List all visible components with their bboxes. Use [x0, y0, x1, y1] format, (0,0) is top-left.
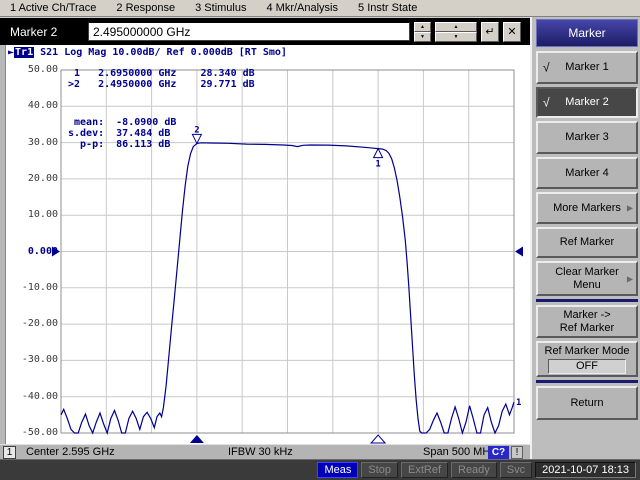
softkey-label: Marker 2: [565, 96, 608, 109]
entry-field-label: Marker 2: [0, 25, 88, 39]
softkey-marker-3[interactable]: Marker 3: [536, 121, 638, 154]
menu-separator: [536, 380, 638, 383]
softkey-label: Marker -> Ref Marker: [560, 309, 614, 335]
y-axis-tick-label: -30.00: [6, 354, 58, 365]
softkey-label: Marker 1: [565, 61, 608, 74]
coarse-spin-up-button[interactable]: ▲: [435, 22, 477, 32]
taskbar-meas-indicator: Meas: [317, 462, 358, 478]
softkey-marker-to-ref-marker[interactable]: Marker -> Ref Marker: [536, 305, 638, 338]
close-entry-button[interactable]: ✕: [503, 22, 521, 42]
active-marker-icon: [192, 134, 201, 143]
taskbar-extref-indicator: ExtRef: [401, 462, 448, 478]
softkey-label: Return: [570, 397, 603, 410]
taskbar-stop-indicator: Stop: [361, 462, 398, 478]
taskbar-svc-indicator: Svc: [500, 462, 532, 478]
marker-number-label: 2: [194, 125, 199, 135]
softkey-label: Marker 3: [565, 131, 608, 144]
softkey-value: OFF: [548, 359, 626, 374]
ref-level-arrow-right-icon: [515, 247, 523, 257]
menubar-item-1[interactable]: 1 Active Ch/Trace: [0, 0, 106, 16]
entry-bar: Marker 2 ▲ ▼ ▲ ▼ ↵ ✕: [0, 18, 530, 45]
y-axis-tick-label: -20.00: [6, 318, 58, 329]
y-axis-tick-label: -10.00: [6, 282, 58, 293]
softkey-label: Clear Marker Menu: [555, 266, 619, 292]
softkey-ref-marker[interactable]: Ref Marker: [536, 227, 638, 258]
menubar-item-2[interactable]: 2 Response: [106, 0, 185, 16]
coarse-spin-down-button[interactable]: ▼: [435, 32, 477, 42]
taskbar-ready-indicator: Ready: [451, 462, 497, 478]
taskbar-clock: 2021-10-07 18:13: [535, 462, 636, 478]
y-axis-tick-label: 30.00: [6, 137, 58, 148]
channel-number-badge: 1: [3, 446, 16, 459]
y-axis-tick-label: 40.00: [6, 100, 58, 111]
submenu-arrow-icon: ▶: [627, 202, 633, 215]
correction-badge: C?: [488, 446, 509, 459]
softkey-label: Marker 4: [565, 167, 608, 180]
measurement-display: ►Tr1 S21 Log Mag 10.00dB/ Ref 0.000dB [R…: [0, 45, 530, 444]
softkey-clear-marker-menu[interactable]: Clear Marker Menu ▶: [536, 261, 638, 296]
softkey-marker-1[interactable]: Marker 1 √: [536, 51, 638, 84]
spin-down-button[interactable]: ▼: [414, 32, 431, 42]
graticule-plot: 1 2 1: [0, 45, 530, 444]
spin-up-button[interactable]: ▲: [414, 22, 431, 32]
softkey-marker-4[interactable]: Marker 4: [536, 157, 638, 189]
channel-status-bar: 1 Center 2.595 GHz IFBW 30 kHz Span 500 …: [0, 444, 530, 459]
center-frequency-text: Center 2.595 GHz: [26, 446, 115, 458]
marker-readout-row: 1 2.6950000 GHz 28.340 dB: [62, 68, 255, 79]
softkey-return[interactable]: Return: [536, 386, 638, 420]
softkey-ref-marker-mode[interactable]: Ref Marker Mode OFF: [536, 341, 638, 377]
ifbw-text: IFBW 30 kHz: [228, 446, 293, 458]
fine-spinner: ▲ ▼: [414, 22, 431, 42]
statistics-row: mean: -8.0900 dB: [68, 117, 176, 128]
instrument-taskbar: MeasStopExtRefReadySvc2021-10-07 18:13: [0, 459, 640, 480]
y-axis-tick-label: 20.00: [6, 173, 58, 184]
checkmark-icon: √: [543, 61, 550, 74]
menu-separator: [536, 299, 638, 302]
warning-badge: !: [511, 446, 523, 459]
menubar-item-5[interactable]: 5 Instr State: [348, 0, 427, 16]
menubar-item-3[interactable]: 3 Stimulus: [185, 0, 256, 16]
span-text: Span 500 MHz: [423, 446, 496, 458]
marker-value-input[interactable]: [88, 22, 410, 41]
active-marker-stimulus-icon: [190, 435, 204, 443]
submenu-arrow-icon: ▶: [627, 272, 633, 285]
trace-number-label: 1: [516, 398, 521, 408]
softkey-marker-2[interactable]: Marker 2 √: [536, 87, 638, 118]
marker-icon: [374, 149, 383, 158]
enter-button[interactable]: ↵: [481, 22, 499, 42]
softkey-label: More Markers: [553, 202, 621, 215]
marker-readout-row: >2 2.4950000 GHz 29.771 dB: [62, 79, 255, 90]
statistics-row: s.dev: 37.484 dB: [68, 128, 170, 139]
y-axis-tick-label: -40.00: [6, 391, 58, 402]
softkey-menu: Marker Marker 1 √ Marker 2 √ Marker 3 Marker …: [530, 17, 640, 459]
y-axis-tick-label: -50.00: [6, 427, 58, 438]
y-axis-tick-label: 50.00: [6, 64, 58, 75]
softkey-label: Ref Marker: [560, 236, 614, 249]
menu-bar: 1 Active Ch/Trace2 Response3 Stimulus4 M…: [0, 0, 640, 17]
softkey-more-markers[interactable]: More Markers ▶: [536, 192, 638, 224]
softkey-label: Ref Marker Mode: [545, 345, 630, 357]
y-axis-tick-label: 10.00: [6, 209, 58, 220]
marker-number-label: 1: [375, 160, 380, 170]
checkmark-icon: √: [543, 96, 550, 109]
statistics-row: p-p: 86.113 dB: [68, 139, 170, 150]
softkey-menu-title: Marker: [536, 19, 638, 47]
menubar-item-4[interactable]: 4 Mkr/Analysis: [256, 0, 348, 16]
marker-stimulus-icon: [371, 435, 385, 443]
coarse-spinner: ▲ ▼: [435, 22, 477, 42]
ref-level-label: 0.000: [6, 246, 58, 257]
